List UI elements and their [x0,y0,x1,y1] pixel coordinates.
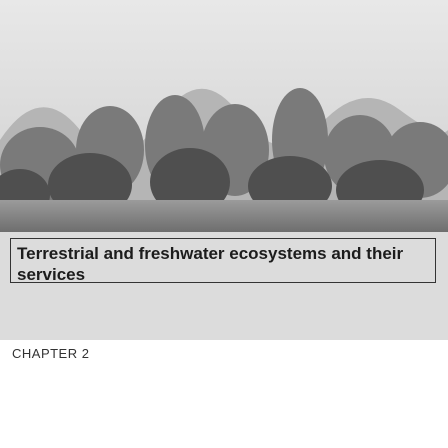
card-title[interactable]: Terrestrial and freshwater ecosystems an… [10,238,436,284]
chapter-label: CHAPTER 2 [12,346,90,361]
forest-illustration [0,0,448,232]
hero-image [0,0,448,340]
